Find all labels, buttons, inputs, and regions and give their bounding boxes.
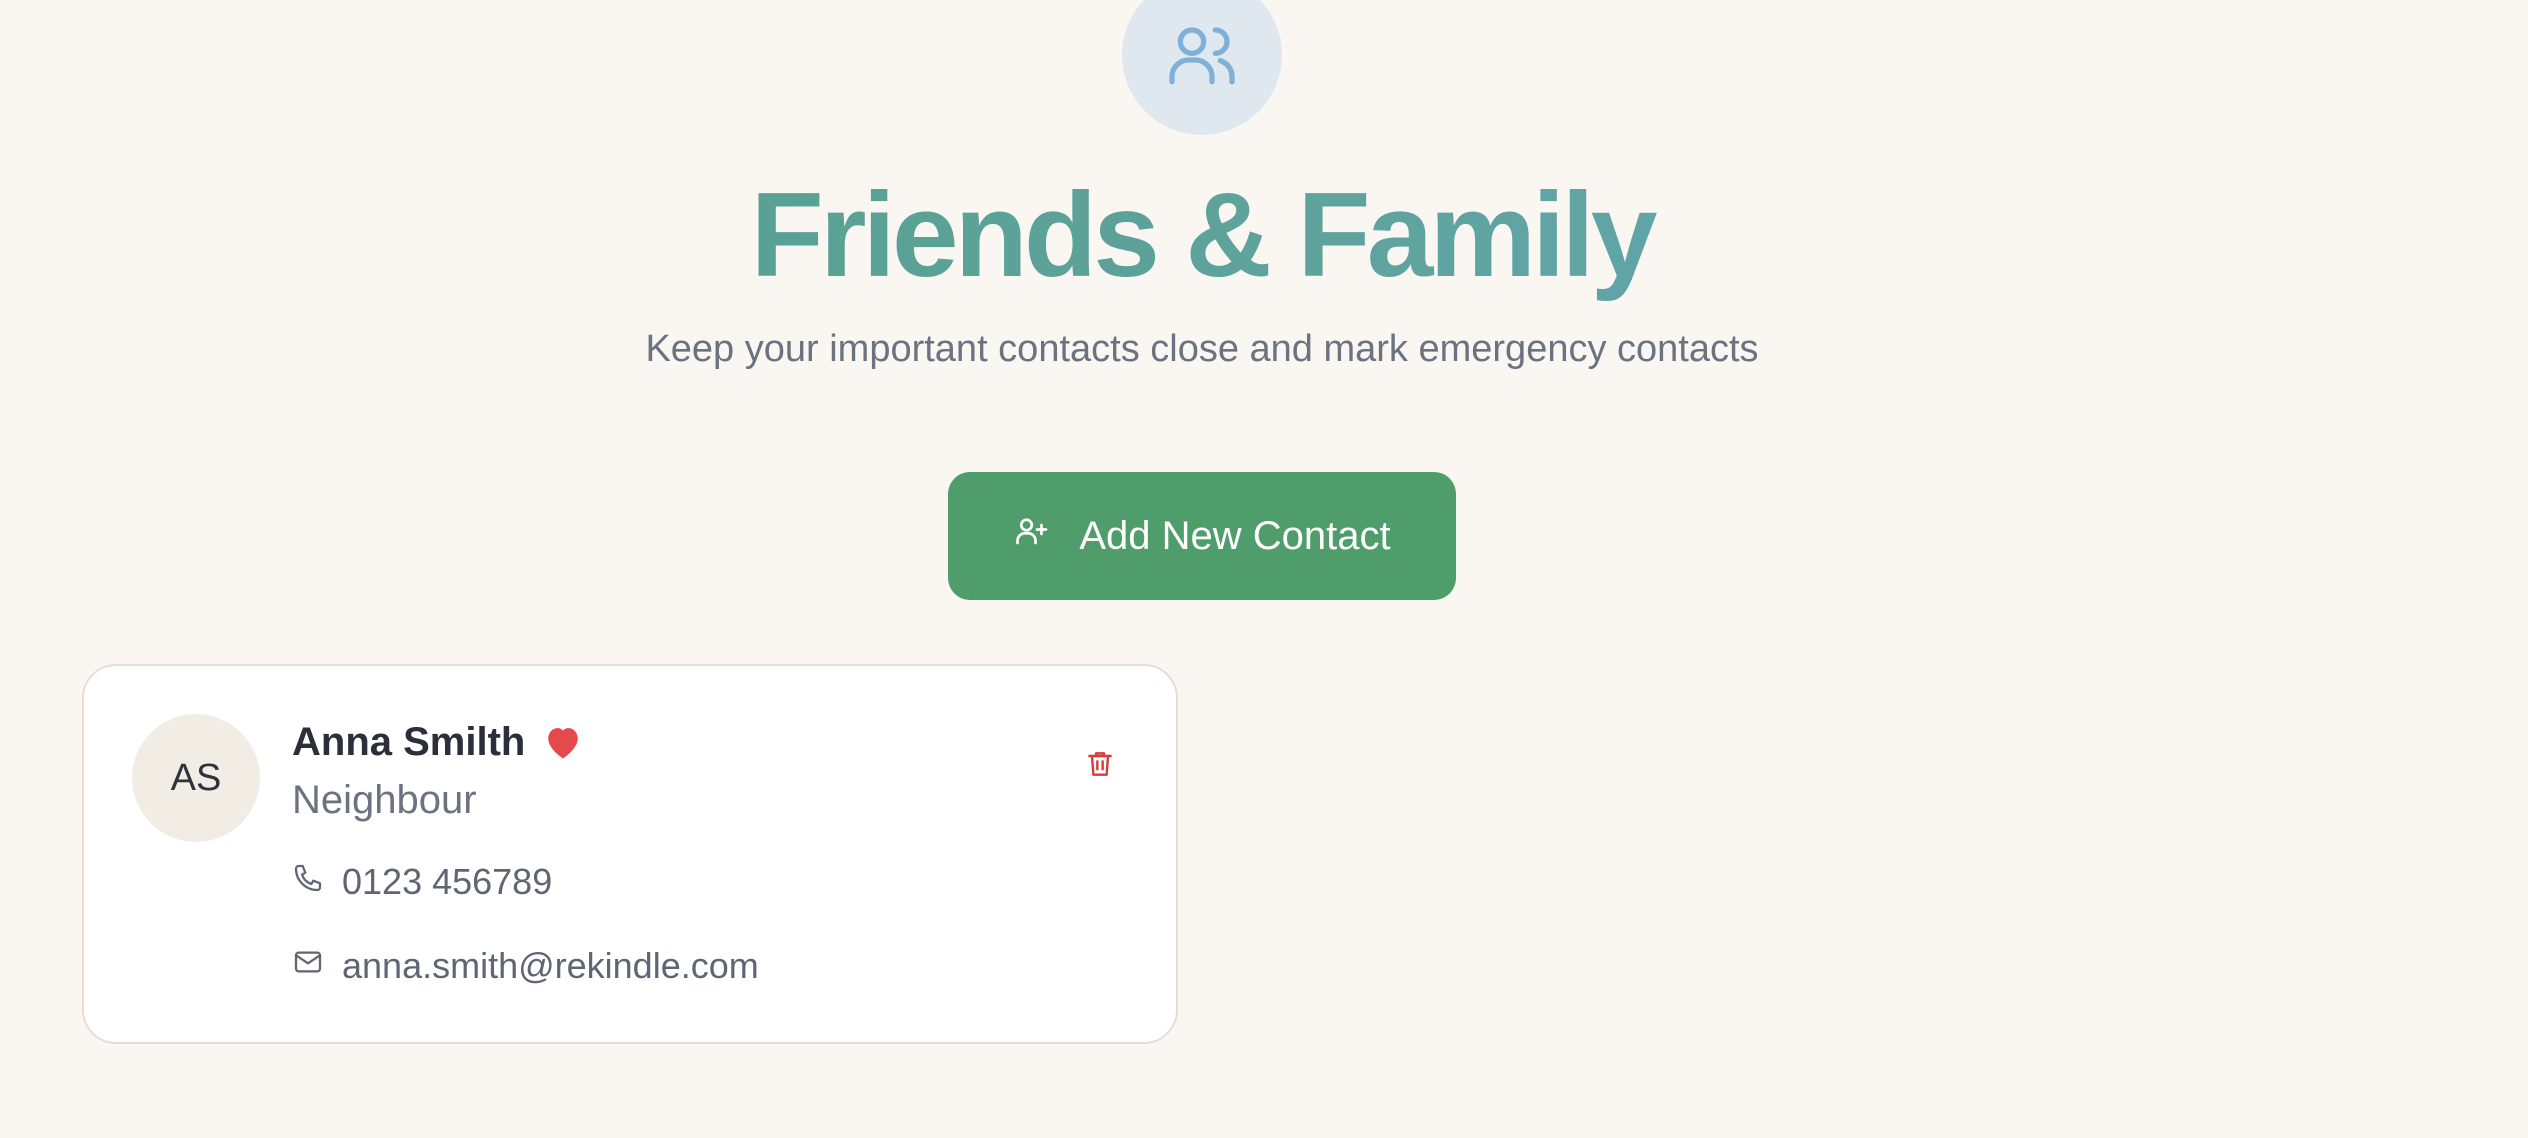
contact-phone[interactable]: 0123 456789: [292, 858, 552, 906]
user-plus-icon: [1013, 513, 1049, 559]
delete-contact-button[interactable]: [1070, 736, 1130, 796]
contact-email[interactable]: anna.smith@rekindle.com: [292, 942, 759, 990]
page-title: Friends & Family: [0, 160, 2404, 310]
contact-name: Anna Smilth: [292, 720, 526, 764]
users-icon: [1122, 0, 1282, 135]
add-new-contact-label: Add New Contact: [1079, 513, 1391, 558]
trash-icon: [1084, 748, 1116, 785]
mail-icon: [292, 942, 324, 990]
contact-name-row: Anna Smilth: [292, 716, 583, 768]
heart-icon[interactable]: [543, 724, 583, 760]
page-subtitle: Keep your important contacts close and m…: [645, 328, 1759, 370]
add-new-contact-button[interactable]: Add New Contact: [948, 472, 1456, 600]
phone-icon: [292, 858, 324, 906]
contact-email-text: anna.smith@rekindle.com: [342, 945, 759, 986]
contact-phone-text: 0123 456789: [342, 861, 553, 902]
friends-family-page: Friends & Family Keep your important con…: [0, 0, 2528, 1138]
avatar: AS: [132, 714, 260, 842]
contact-card: AS Anna Smilth Neighbour 0123 456789 ann…: [82, 664, 1178, 1044]
contact-relationship: Neighbour: [292, 778, 477, 822]
